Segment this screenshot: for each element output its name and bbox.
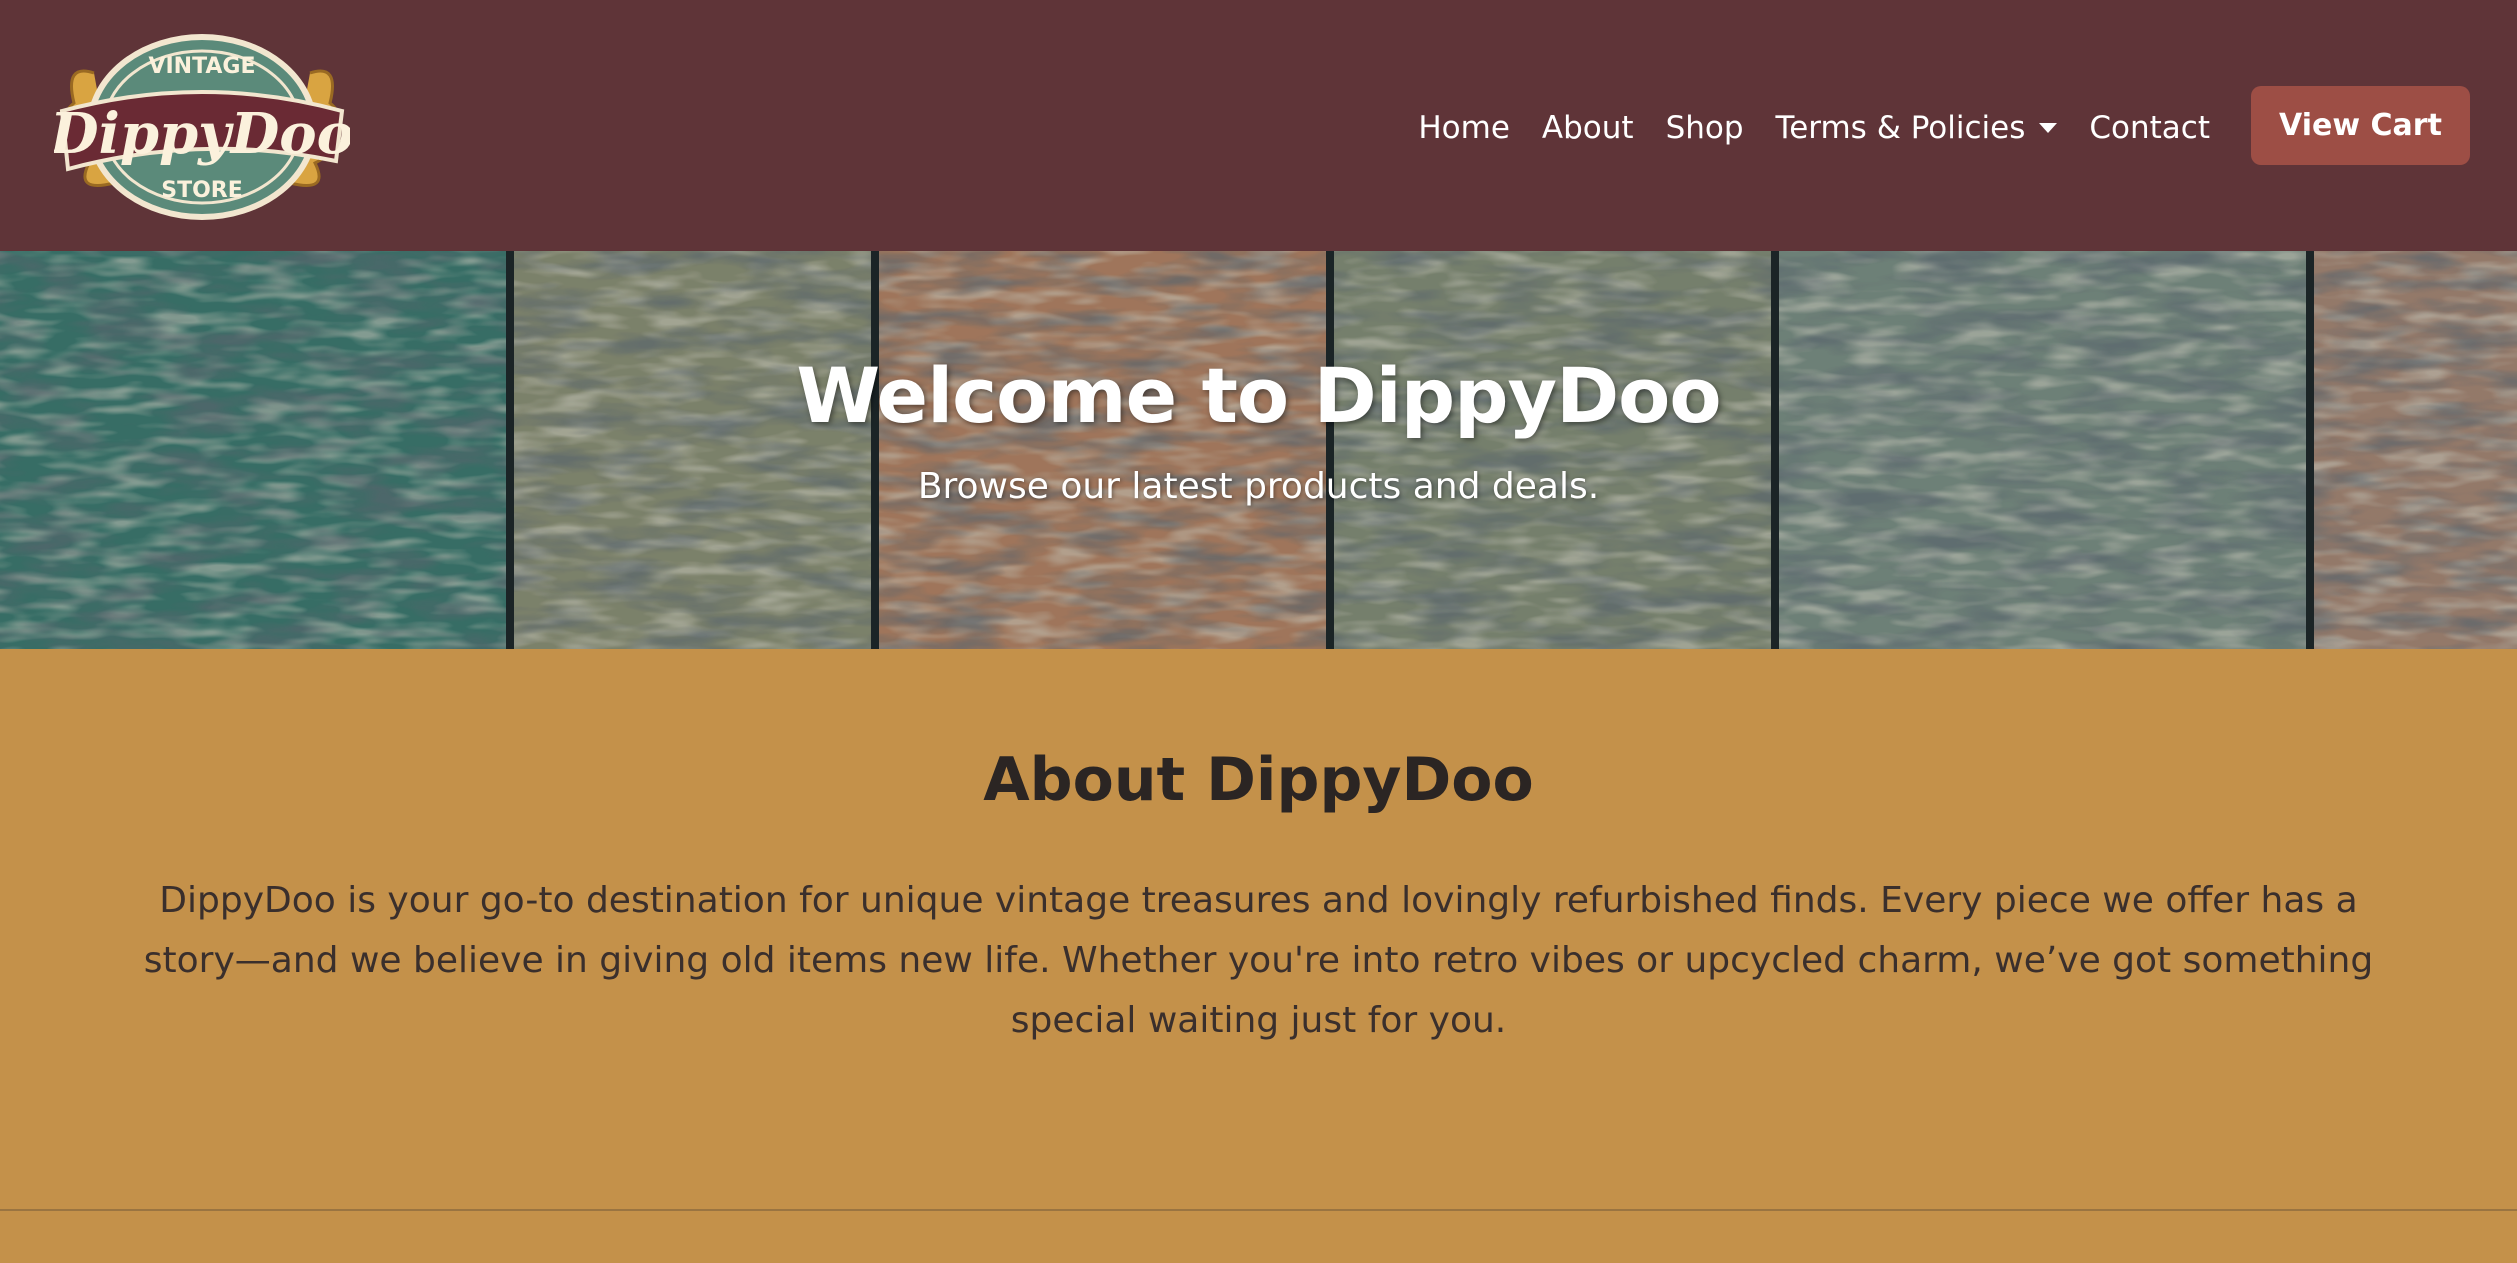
weathered-wood-background: [0, 251, 2517, 649]
hero-subtitle: Browse our latest products and deals.: [917, 466, 1600, 507]
nav-contact[interactable]: Contact: [2089, 110, 2210, 146]
nav-terms-policies-dropdown[interactable]: Terms & Policies: [1776, 110, 2058, 146]
logo-bottom-text: STORE: [161, 178, 243, 203]
section-divider: [0, 1209, 2517, 1211]
navbar: DippyDoo VINTAGE STORE Home About Shop T…: [0, 0, 2517, 251]
logo-badge-icon: DippyDoo VINTAGE STORE: [54, 34, 350, 220]
about-section: About DippyDoo DippyDoo is your go-to de…: [0, 649, 2517, 1209]
view-cart-button[interactable]: View Cart: [2251, 86, 2470, 165]
caret-down-icon: [2039, 123, 2058, 133]
dippydoo-logo[interactable]: DippyDoo VINTAGE STORE: [54, 33, 350, 221]
about-title: About DippyDoo: [983, 745, 1534, 815]
nav-terms-policies-label: Terms & Policies: [1775, 110, 2026, 146]
nav-about[interactable]: About: [1542, 110, 1634, 146]
hero-banner: Welcome to DippyDoo Browse our latest pr…: [0, 251, 2517, 649]
about-description: DippyDoo is your go-to destination for u…: [143, 880, 2374, 1041]
main-nav: Home About Shop Terms & Policies Contact: [1418, 102, 2210, 154]
hero-title: Welcome to DippyDoo: [796, 351, 1721, 440]
nav-shop[interactable]: Shop: [1666, 110, 1744, 146]
nav-home[interactable]: Home: [1418, 110, 1510, 146]
logo-top-text: VINTAGE: [148, 54, 255, 79]
logo-main-text: DippyDoo: [54, 101, 350, 167]
